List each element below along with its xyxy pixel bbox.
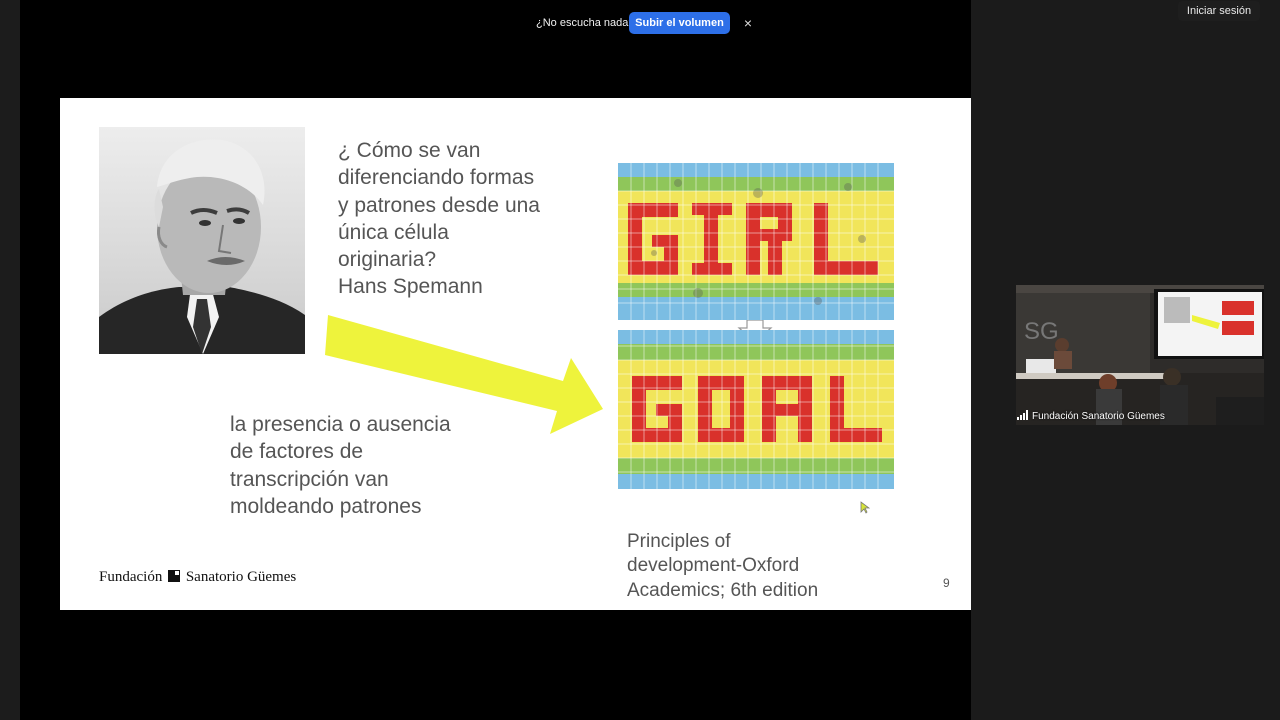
participant-name-label: Fundación Sanatorio Güemes [1017,409,1165,425]
foundation-logo: Fundación Sanatorio Güemes [99,569,296,586]
login-button[interactable]: Iniciar sesión [1178,1,1260,21]
no-audio-notice: ¿No escucha nada? [536,17,635,29]
logo-mark-icon [168,570,181,582]
participant-video-tile[interactable]: SG [1016,285,1264,425]
goal-mosaic-image [618,330,894,489]
raise-volume-button[interactable]: Subir el volumen [629,12,730,34]
mouse-pointer-icon [860,501,870,514]
signal-strength-icon [1017,410,1028,420]
logo-text-right: Sanatorio Güemes [185,569,297,585]
slide-question: ¿ Cómo se van diferenciando formas y pat… [338,139,540,299]
conference-room-video: SG [1016,285,1264,425]
left-edge-strip [0,0,20,720]
girl-mosaic-image [618,163,894,320]
slide-page-number: 9 [943,576,950,590]
slide-citation: Principles of development-Oxford Academi… [627,531,819,601]
room-sign-text: SG [1024,318,1059,345]
close-notice-icon[interactable]: × [740,13,756,33]
presentation-slide: ¿ Cómo se van diferenciando formas y pat… [60,98,971,610]
slide-answer: la presencia o ausencia de factores de t… [230,413,451,518]
hans-spemann-portrait [99,127,305,354]
participant-name: Fundación Sanatorio Güemes [1032,411,1165,422]
logo-text-left: Fundación [99,569,163,585]
